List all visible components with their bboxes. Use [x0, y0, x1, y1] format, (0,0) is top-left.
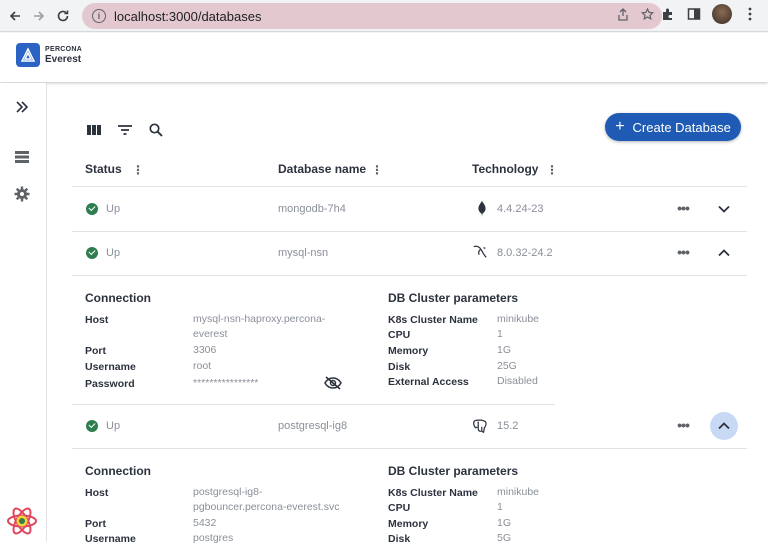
host-value-line1: postgresql-ig8- [193, 486, 263, 498]
expand-row-icon[interactable] [710, 195, 738, 223]
status-up-icon [86, 420, 98, 432]
cpu-value: 1 [497, 501, 503, 513]
column-header-technology[interactable]: Technology [472, 162, 538, 176]
external-access-label: External Access [388, 376, 469, 388]
column-menu-icon[interactable]: ⋮ [132, 163, 144, 177]
k8s-value: minikube [497, 486, 540, 498]
row-actions-menu-icon[interactable]: ••• [673, 417, 693, 433]
disk-value: 5G [497, 532, 512, 544]
extensions-icon[interactable] [660, 6, 676, 22]
host-label: Host [85, 314, 109, 326]
percona-logo-icon[interactable] [16, 43, 40, 67]
status-up-icon [86, 247, 98, 259]
app-header: PERCONA Everest [0, 33, 768, 82]
row-actions-menu-icon[interactable]: ••• [673, 200, 693, 216]
reload-icon[interactable] [50, 3, 76, 29]
disk-value: 25G [497, 360, 517, 372]
create-database-button[interactable]: + Create Database [605, 113, 741, 141]
disk-label: Disk [388, 533, 411, 545]
k8s-label: K8s Cluster Name [388, 314, 478, 326]
divider [72, 448, 747, 449]
brand-top: PERCONA [45, 46, 83, 53]
k8s-label: K8s Cluster Name [388, 487, 478, 499]
url-text: localhost:3000/databases [114, 8, 262, 24]
host-value-line2: pgbouncer.percona-everest.svc [193, 501, 340, 513]
password-value: **************** [193, 377, 259, 389]
database-name: mongodb-7h4 [278, 203, 346, 215]
profile-avatar[interactable] [712, 4, 732, 24]
port-label: Port [85, 518, 106, 530]
username-value: root [193, 360, 212, 372]
search-icon[interactable] [146, 120, 166, 140]
plus-icon: + [615, 118, 625, 135]
host-value-line2: everest [193, 328, 228, 340]
db-version: 15.2 [497, 420, 519, 432]
column-header-database-name[interactable]: Database name [278, 162, 366, 176]
db-version: 4.4.24-23 [497, 203, 544, 215]
cpu-label: CPU [388, 502, 411, 514]
memory-value: 1G [497, 517, 512, 529]
column-menu-icon[interactable]: ⋮ [371, 163, 383, 177]
bookmark-star-icon[interactable] [640, 7, 655, 24]
side-panel-icon[interactable] [686, 6, 702, 22]
host-label: Host [85, 487, 109, 499]
host-value-line1: mysql-nsn-haproxy.percona- [193, 313, 326, 325]
forward-icon[interactable] [26, 3, 52, 29]
cpu-value: 1 [497, 328, 503, 340]
site-info-icon[interactable]: i [92, 9, 106, 23]
settings-gear-icon[interactable] [12, 184, 32, 204]
connection-title: Connection [85, 464, 151, 478]
collapse-row-icon[interactable] [710, 239, 738, 267]
status-text: Up [106, 247, 121, 259]
react-query-devtools-icon[interactable] [6, 505, 38, 537]
username-value: postgres [193, 532, 234, 544]
browser-menu-icon[interactable] [742, 6, 758, 22]
filter-icon[interactable] [115, 120, 135, 140]
sidebar [0, 83, 47, 542]
status-up-icon [86, 203, 98, 215]
port-label: Port [85, 345, 106, 357]
browser-toolbar: i localhost:3000/databases [0, 0, 768, 32]
visibility-off-icon[interactable] [324, 376, 342, 390]
divider [72, 186, 747, 187]
column-menu-icon[interactable]: ⋮ [546, 163, 558, 177]
external-access-value: Disabled [497, 375, 538, 387]
port-value: 5432 [193, 517, 217, 529]
password-label: Password [85, 378, 135, 390]
columns-icon[interactable] [84, 120, 104, 140]
status-text: Up [106, 420, 121, 432]
disk-label: Disk [388, 361, 411, 373]
column-header-status[interactable]: Status [85, 162, 122, 176]
k8s-value: minikube [497, 313, 540, 325]
databases-nav-icon[interactable] [12, 147, 32, 167]
divider [72, 275, 747, 276]
create-database-label: Create Database [632, 119, 731, 135]
cluster-params-title: DB Cluster parameters [388, 291, 519, 305]
username-label: Username [85, 533, 136, 545]
memory-label: Memory [388, 345, 429, 357]
port-value: 3306 [193, 344, 217, 356]
mongodb-icon [474, 201, 490, 217]
divider [72, 404, 555, 405]
row-actions-menu-icon[interactable]: ••• [673, 244, 693, 260]
postgresql-icon [472, 418, 488, 434]
brand-name: Everest [45, 54, 82, 65]
status-text: Up [106, 203, 121, 215]
connection-title: Connection [85, 291, 151, 305]
back-icon[interactable] [2, 3, 28, 29]
username-label: Username [85, 361, 136, 373]
divider [72, 231, 747, 232]
db-version: 8.0.32-24.2 [497, 247, 553, 259]
collapse-row-icon[interactable] [710, 412, 738, 440]
database-name: postgresql-ig8 [278, 420, 348, 432]
cpu-label: CPU [388, 329, 411, 341]
database-name: mysql-nsn [278, 247, 329, 259]
cluster-params-title: DB Cluster parameters [388, 464, 519, 478]
share-icon[interactable] [617, 8, 629, 24]
address-bar[interactable]: i localhost:3000/databases [82, 3, 662, 29]
expand-sidebar-icon[interactable] [12, 97, 32, 117]
memory-label: Memory [388, 518, 429, 530]
memory-value: 1G [497, 344, 512, 356]
mysql-icon [472, 244, 488, 260]
